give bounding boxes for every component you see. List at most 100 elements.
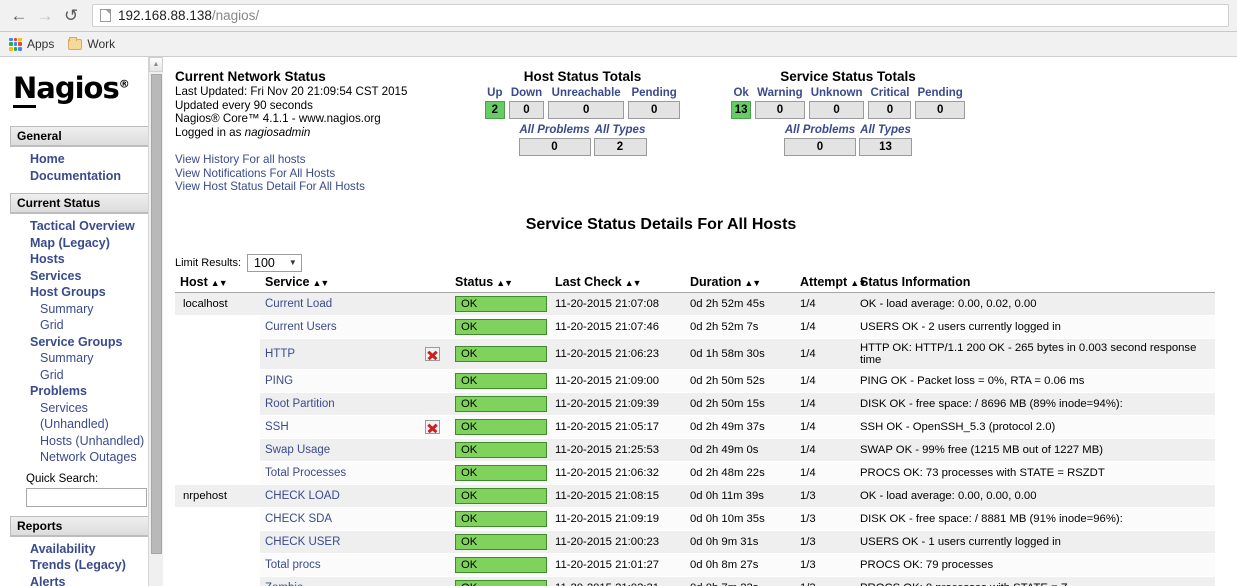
sort-arrows-duration[interactable]: ▲▼ [744, 278, 761, 288]
sidebar-item-problems-hosts-unhandled[interactable]: Hosts (Unhandled) [10, 433, 163, 450]
service-all-problems-value[interactable]: 0 [784, 138, 856, 156]
limit-results-value: 100 [254, 255, 275, 270]
service-all-problems-label[interactable]: All Problems [784, 124, 856, 136]
link-view-notifications[interactable]: View Notifications For All Hosts [175, 167, 465, 181]
sidebar-item-servicegroups-summary[interactable]: Summary [10, 350, 163, 367]
nagios-logo[interactable]: Nagios® [13, 71, 130, 108]
sidebar-item-map-legacy[interactable]: Map (Legacy) [10, 235, 163, 252]
address-bar[interactable]: 192.168.88.138/nagios/ [92, 4, 1229, 27]
sidebar-item-problems[interactable]: Problems [10, 383, 163, 400]
cell-host [175, 438, 260, 462]
host-total-unreachable-value[interactable]: 0 [548, 101, 625, 119]
sidebar-item-servicegroups-grid[interactable]: Grid [10, 367, 163, 384]
page-title: Service Status Details For All Hosts [525, 215, 797, 233]
link-view-host-status-detail[interactable]: View Host Status Detail For All Hosts [175, 180, 465, 194]
sidebar-item-problems-services[interactable]: Services [10, 400, 163, 417]
service-link[interactable]: Total procs [265, 559, 321, 571]
current-network-status: Current Network Status Last Updated: Fri… [175, 69, 465, 194]
sort-arrows-last-check[interactable]: ▲▼ [625, 278, 642, 288]
service-link[interactable]: HTTP [265, 348, 295, 360]
service-link[interactable]: PING [265, 375, 293, 387]
sidebar-item-service-groups[interactable]: Service Groups [10, 334, 163, 351]
status-badge: OK [455, 441, 547, 458]
sidebar-item-availability[interactable]: Availability [10, 541, 163, 558]
nagios-version-text: Nagios® Core™ 4.1.1 - www.nagios.org [175, 112, 381, 125]
browser-toolbar: ← → ↻ 192.168.88.138/nagios/ [0, 0, 1237, 32]
host-total-down-value[interactable]: 0 [508, 101, 545, 119]
sort-arrows-host[interactable]: ▲▼ [211, 278, 228, 288]
cell-duration: 0d 2h 49m 37s [685, 415, 795, 439]
host-all-types-label[interactable]: All Types [594, 124, 647, 136]
service-status-table: Host ▲▼ Service ▲▼ Status ▲▼ Last Check ▲▼ D… [175, 274, 1215, 586]
bookmark-apps[interactable]: Apps [9, 37, 54, 51]
service-link[interactable]: Zombie [265, 582, 303, 586]
service-all-types-value[interactable]: 13 [859, 138, 912, 156]
scrollbar-thumb[interactable] [151, 74, 162, 554]
service-link[interactable]: Swap Usage [265, 444, 330, 456]
host-status-totals-title: Host Status Totals [523, 69, 642, 84]
cell-host[interactable]: nrpehost [175, 484, 260, 508]
sidebar-item-trends-legacy[interactable]: Trends (Legacy) [10, 557, 163, 574]
sidebar-item-host-groups[interactable]: Host Groups [10, 284, 163, 301]
sidebar-section-reports: Reports [10, 515, 150, 537]
sidebar-item-tactical-overview[interactable]: Tactical Overview [10, 218, 163, 235]
cell-attempt: 1/4 [795, 461, 855, 485]
cell-service: Current Users [260, 315, 450, 339]
host-total-pending-value[interactable]: 0 [628, 101, 681, 119]
limit-results-select[interactable]: 100 ▼ [247, 253, 302, 272]
service-link[interactable]: Total Processes [265, 467, 346, 479]
host-all-problems-value[interactable]: 0 [518, 138, 591, 156]
sidebar-section-general: General [10, 126, 150, 147]
bookmark-work[interactable]: Work [68, 36, 115, 51]
service-link[interactable]: CHECK USER [265, 536, 340, 548]
service-link[interactable]: CHECK SDA [265, 513, 332, 525]
logo-initial: N [13, 71, 37, 108]
sidebar-item-documentation[interactable]: Documentation [10, 168, 163, 185]
bookmarks-bar: Apps Work [0, 32, 1237, 57]
link-view-history[interactable]: View History For all hosts [175, 153, 465, 167]
sidebar-item-hostgroups-summary[interactable]: Summary [10, 301, 163, 318]
sidebar-item-services[interactable]: Services [10, 268, 163, 285]
cell-status: OK [450, 507, 550, 531]
sidebar-item-alerts[interactable]: Alerts [10, 574, 163, 586]
cell-duration: 0d 0h 11m 39s [685, 484, 795, 508]
logged-in-prefix: Logged in as [175, 125, 245, 139]
service-all-types-label[interactable]: All Types [859, 124, 912, 136]
service-link[interactable]: Current Load [265, 298, 332, 310]
cell-status-information: USERS OK - 2 users currently logged in [855, 315, 1215, 339]
last-updated-text: Last Updated: Fri Nov 20 21:09:54 CST 20… [175, 85, 408, 98]
scroll-up-arrow-icon[interactable]: ▲ [149, 57, 163, 72]
service-total-critical-value[interactable]: 0 [868, 101, 912, 119]
cell-host[interactable]: localhost [175, 292, 260, 316]
sidebar-item-problems-unhandled[interactable]: (Unhandled) [10, 416, 163, 433]
table-row: Zombie OK11-20-2015 21:02:310d 0h 7m 23s1… [175, 576, 1215, 586]
sidebar-item-hosts[interactable]: Hosts [10, 251, 163, 268]
forward-arrow-icon[interactable]: → [32, 3, 58, 29]
chevron-down-icon: ▼ [288, 258, 297, 267]
cell-status: OK [450, 315, 550, 339]
back-arrow-icon[interactable]: ← [6, 3, 32, 29]
sort-arrows-status[interactable]: ▲▼ [496, 278, 513, 288]
sort-arrows-service[interactable]: ▲▼ [312, 278, 329, 288]
service-total-ok-value[interactable]: 13 [731, 101, 752, 119]
sidebar-scrollbar[interactable]: ▲ [148, 57, 163, 586]
reload-icon[interactable]: ↻ [58, 3, 84, 29]
sidebar-item-hostgroups-grid[interactable]: Grid [10, 317, 163, 334]
cell-duration: 0d 0h 10m 35s [685, 507, 795, 531]
cell-status: OK [450, 461, 550, 485]
cell-status: OK [450, 415, 550, 439]
host-all-problems-label[interactable]: All Problems [519, 124, 591, 136]
cell-last-check: 11-20-2015 21:06:32 [550, 461, 685, 485]
quick-search-input[interactable] [26, 487, 147, 507]
host-all-types-value[interactable]: 2 [593, 138, 647, 156]
service-link[interactable]: SSH [265, 421, 289, 433]
service-total-pending-value[interactable]: 0 [915, 101, 965, 119]
service-link[interactable]: CHECK LOAD [265, 490, 340, 502]
service-total-unknown-value[interactable]: 0 [808, 101, 865, 119]
service-link[interactable]: Root Partition [265, 398, 335, 410]
service-total-warning-value[interactable]: 0 [755, 101, 805, 119]
service-link[interactable]: Current Users [265, 321, 337, 333]
host-total-up-value[interactable]: 2 [484, 101, 505, 119]
sidebar-item-home[interactable]: Home [10, 151, 163, 168]
sidebar-item-network-outages[interactable]: Network Outages [10, 449, 163, 466]
